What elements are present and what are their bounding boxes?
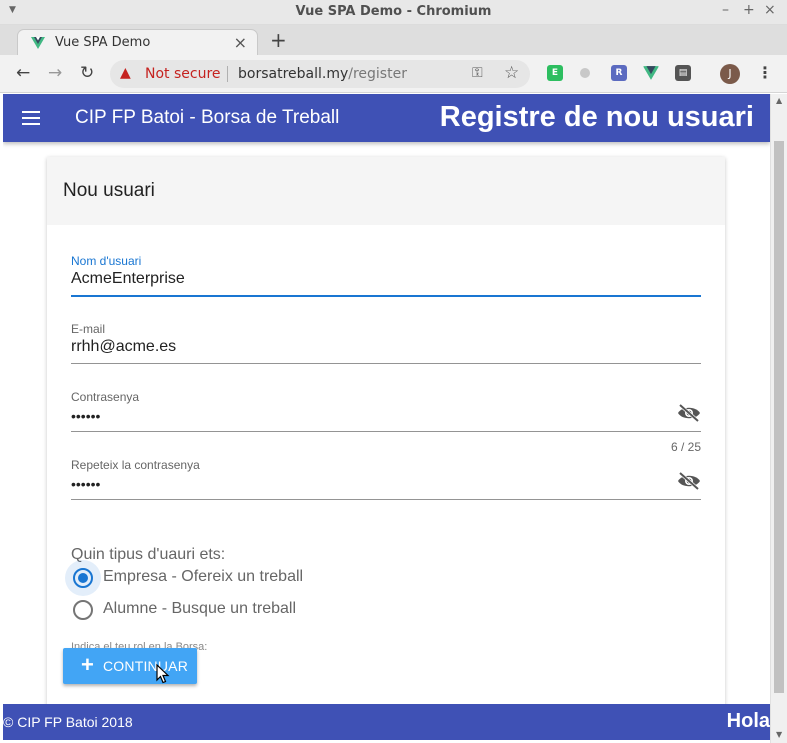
scrollbar-thumb[interactable] (774, 141, 784, 693)
warning-icon[interactable]: ▲ (120, 65, 131, 81)
app-title: CIP FP Batoi - Borsa de Treball (75, 107, 340, 128)
window-title: Vue SPA Demo - Chromium (295, 4, 492, 19)
tab-strip: Vue SPA Demo × + (0, 25, 787, 56)
browser-menu-icon[interactable]: ⋮ (757, 63, 773, 82)
radio-alumne[interactable]: Alumne - Busque un treball (71, 598, 471, 624)
card-header: Nou usuari (47, 157, 725, 225)
password-repeat-input[interactable]: •••••• (71, 476, 100, 492)
radio-empresa[interactable]: Empresa - Ofereix un treball (65, 560, 471, 596)
window-titlebar: ▼ Vue SPA Demo - Chromium – + × (0, 0, 787, 25)
password-counter: 6 / 25 (670, 440, 701, 454)
hamburger-menu-icon[interactable] (22, 111, 40, 125)
password-input[interactable]: •••••• (71, 408, 100, 424)
page-viewport: CIP FP Batoi - Borsa de Treball Registre… (3, 94, 770, 743)
continue-label: CONTINUAR (103, 658, 189, 674)
radio-alumne-label[interactable]: Alumne - Busque un treball (103, 600, 296, 618)
back-button[interactable]: ← (16, 63, 30, 83)
register-card: Nou usuari Nom d'usuari AcmeEnterprise E… (47, 157, 725, 717)
reload-button[interactable]: ↻ (80, 63, 94, 83)
maximize-button[interactable]: + (743, 2, 755, 18)
address-bar[interactable]: ▲ Not secure borsatreball.my/register ⚿ … (110, 60, 530, 88)
browser-toolbar: ← → ↻ ▲ Not secure borsatreball.my/regis… (0, 55, 787, 93)
password-repeat-label: Repeteix la contrasenya (71, 458, 200, 472)
email-label: E-mail (71, 322, 106, 336)
footer-greeting: Hola (726, 710, 770, 732)
password-repeat-underline (71, 499, 701, 500)
card-title: Nou usuari (63, 180, 155, 201)
visibility-off-icon[interactable] (677, 403, 701, 423)
mouse-pointer-icon (156, 664, 170, 684)
password-label: Contrasenya (71, 390, 140, 404)
username-label: Nom d'usuari (71, 254, 142, 268)
close-window-button[interactable]: × (764, 2, 776, 18)
radio-unchecked-icon[interactable] (73, 600, 93, 620)
email-underline (71, 363, 701, 364)
scroll-up-arrow-icon[interactable]: ▲ (776, 96, 782, 105)
page-scrollbar[interactable]: ▲ ▼ (770, 94, 787, 743)
radio-empresa-label[interactable]: Empresa - Ofereix un treball (103, 568, 303, 586)
radio-checked-icon[interactable] (73, 568, 93, 588)
username-input[interactable]: AcmeEnterprise (71, 270, 185, 288)
vue-devtools-icon[interactable] (643, 65, 659, 81)
user-type-question: Quin tipus d'uauri ets: (71, 546, 226, 563)
scroll-down-arrow-icon[interactable]: ▼ (776, 730, 782, 739)
security-status[interactable]: Not secure (145, 66, 221, 82)
evernote-icon[interactable]: E (547, 65, 563, 81)
circle-extension-icon[interactable] (580, 68, 590, 78)
vue-favicon-icon (31, 37, 45, 49)
forward-button[interactable]: → (48, 63, 62, 83)
app-footer: © CIP FP Batoi 2018 Hola (3, 704, 770, 740)
new-tab-button[interactable]: + (270, 28, 287, 52)
bookmark-star-icon[interactable]: ☆ (504, 63, 519, 83)
tab-title: Vue SPA Demo (55, 35, 151, 50)
footer-copyright: © CIP FP Batoi 2018 (3, 714, 133, 730)
continue-button[interactable]: + CONTINUAR (63, 648, 197, 684)
password-underline (71, 431, 701, 432)
minimize-button[interactable]: – (722, 2, 729, 18)
plus-icon: + (81, 652, 94, 677)
profile-avatar[interactable]: J (720, 64, 740, 84)
tab-vue-spa-demo[interactable]: Vue SPA Demo × (17, 29, 258, 56)
r-extension-icon[interactable]: R (611, 65, 627, 81)
url-text[interactable]: borsatreball.my/register (238, 66, 407, 82)
tab-close-icon[interactable]: × (234, 33, 247, 52)
key-icon[interactable]: ⚿ (472, 65, 483, 81)
app-toolbar: CIP FP Batoi - Borsa de Treball Registre… (3, 94, 770, 142)
visibility-off-icon[interactable] (677, 471, 701, 491)
email-input[interactable]: rrhh@acme.es (71, 338, 176, 356)
page-heading: Registre de nou usuari (439, 101, 754, 133)
address-divider (227, 66, 228, 82)
username-underline (71, 295, 701, 297)
clipboard-extension-icon[interactable]: ▤ (675, 65, 691, 81)
